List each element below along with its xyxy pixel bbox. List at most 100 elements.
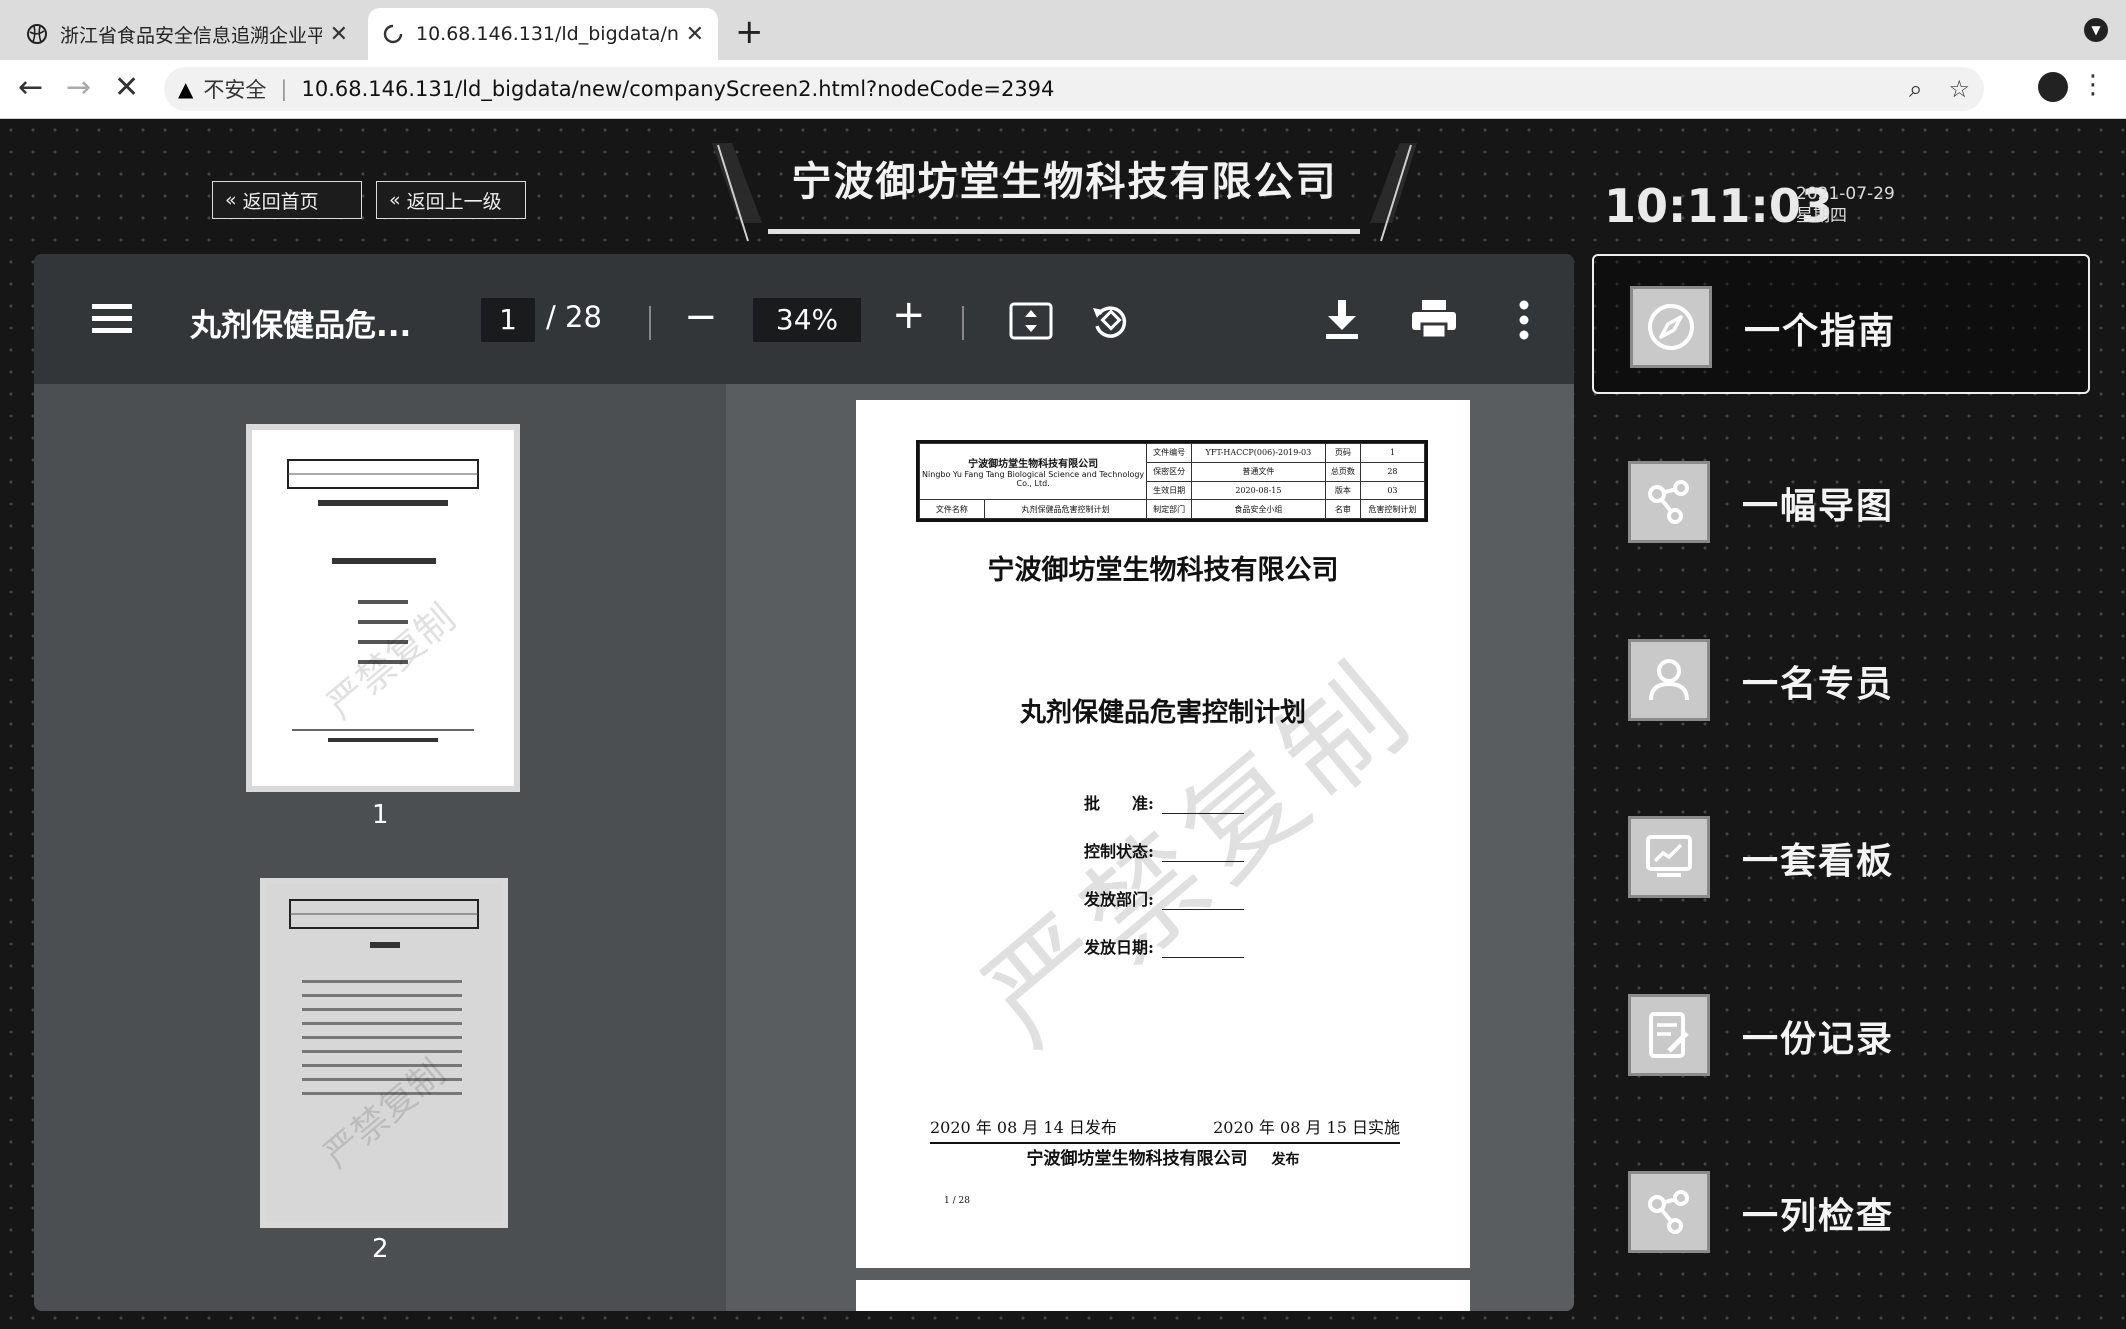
thumbnail-sidebar[interactable]: 严禁复制 1 严禁复制 2 xyxy=(34,384,726,1311)
nav-icon-box xyxy=(1628,994,1710,1076)
effective-date: 2020 年 08 月 15 日实施 xyxy=(1213,1118,1400,1137)
nav-inspection[interactable]: 一列检查 xyxy=(1592,1141,2090,1281)
weekday-text: 星期四 xyxy=(1796,206,1847,226)
more-options-icon[interactable] xyxy=(1518,300,1530,340)
zoom-in-icon[interactable]: + xyxy=(892,292,926,338)
nav-mindmap[interactable]: 一幅导图 xyxy=(1592,431,2090,571)
date-label: 发放日期: xyxy=(1084,938,1154,957)
page-thumbnail-2[interactable]: 严禁复制 xyxy=(266,884,502,1222)
dept-label: 发放部门: xyxy=(1084,890,1154,909)
back-arrow-icon[interactable]: ← xyxy=(18,70,43,105)
nav-dashboard[interactable]: 一套看板 xyxy=(1592,786,2090,926)
nav-icon-box xyxy=(1630,286,1712,368)
address-bar: ← → ✕ ▲ 不安全 | 10.68.146.131/ld_bigdata/n… xyxy=(0,60,2126,119)
issue-date: 2020-08-15 xyxy=(1190,480,1326,501)
browser-tab-bar: 浙江省食品安全信息追溯企业平台 ✕ 10.68.146.131/ld_bigda… xyxy=(0,0,2126,60)
back-home-button[interactable]: « 返回首页 xyxy=(212,181,362,219)
page-number-input[interactable]: 1 xyxy=(481,298,535,342)
url-text[interactable]: 10.68.146.131/ld_bigdata/new/companyScre… xyxy=(301,77,1054,101)
nav-label: 一个指南 xyxy=(1744,311,1897,352)
security-status[interactable]: 不安全 xyxy=(203,74,266,104)
nav-label: 一幅导图 xyxy=(1742,486,1895,527)
share-nodes-icon xyxy=(1648,480,1689,524)
loading-spinner-icon xyxy=(383,24,403,44)
publish-dates: 2020 年 08 月 14 日发布 2020 年 08 月 15 日实施 xyxy=(930,1114,1400,1144)
thumbnail-label: 1 xyxy=(372,800,389,830)
document-company: 宁波御坊堂生物科技有限公司 xyxy=(987,555,1339,586)
total-value: 28 xyxy=(1359,461,1426,482)
thumbnail-label: 2 xyxy=(372,1234,389,1264)
share-nodes-icon xyxy=(1648,1190,1689,1234)
page-label: 页码 xyxy=(1324,443,1361,463)
date-row: 发放日期: xyxy=(1084,934,1244,958)
hamburger-menu-icon[interactable] xyxy=(92,302,132,336)
rotate-icon[interactable] xyxy=(1089,298,1133,342)
nav-label: 一列检查 xyxy=(1742,1196,1895,1237)
page-thumbnail-1[interactable]: 严禁复制 xyxy=(252,430,514,786)
nav-specialist[interactable]: 一名专员 xyxy=(1592,609,2090,749)
tab-bigdata[interactable]: 10.68.146.131/ld_bigdata/new/ ✕ xyxy=(368,8,718,60)
toolbar-divider xyxy=(962,306,964,340)
company-title: 宁波御坊堂生物科技有限公司 xyxy=(791,159,1338,205)
bookmark-star-icon[interactable]: ☆ xyxy=(1948,75,1970,103)
record-edit-icon xyxy=(1649,1012,1689,1058)
date-text: 2021-07-29 xyxy=(1796,184,1895,204)
nav-label: 一套看板 xyxy=(1742,841,1895,882)
version-label: 版本 xyxy=(1324,480,1361,501)
page-value: 1 xyxy=(1359,443,1426,463)
tab-title: 浙江省食品安全信息追溯企业平台 xyxy=(60,24,322,47)
dept-value: 食品安全小组 xyxy=(1190,499,1326,519)
version-value: 03 xyxy=(1359,480,1426,501)
close-icon[interactable]: ✕ xyxy=(330,22,348,47)
document-page-1: 宁波御坊堂生物科技有限公司 Ningbo Yu Fang Tang Biolog… xyxy=(856,400,1470,1268)
nav-guide[interactable]: 一个指南 xyxy=(1592,254,2090,394)
tab-search-icon[interactable]: ▼ xyxy=(2084,18,2108,42)
doc-no: YFT-HACCP(006)-2019-03 xyxy=(1190,443,1326,463)
issuer-suffix: 发布 xyxy=(1271,1152,1300,1168)
profile-avatar-icon[interactable] xyxy=(2038,72,2068,102)
compass-icon xyxy=(1648,304,1694,350)
url-field[interactable]: ▲ 不安全 | 10.68.146.131/ld_bigdata/new/com… xyxy=(164,67,1984,111)
tab-food-safety[interactable]: 浙江省食品安全信息追溯企业平台 ✕ xyxy=(12,8,362,60)
stop-loading-icon[interactable]: ✕ xyxy=(114,70,139,105)
review-value: 危害控制计划 xyxy=(1359,499,1426,519)
security-value: 普通文件 xyxy=(1190,461,1326,482)
close-icon[interactable]: ✕ xyxy=(686,22,704,47)
header-company-cn: 宁波御坊堂生物科技有限公司 xyxy=(968,459,1099,471)
back-home-label: 返回首页 xyxy=(242,190,319,213)
download-icon[interactable] xyxy=(1324,298,1360,340)
security-label: 保密区分 xyxy=(1146,461,1192,482)
issuer-name: 宁波御坊堂生物科技有限公司 xyxy=(1026,1149,1248,1169)
forward-arrow-icon[interactable]: → xyxy=(66,70,91,105)
nav-icon-box xyxy=(1628,639,1710,721)
back-up-button[interactable]: « 返回上一级 xyxy=(376,181,526,219)
zoom-out-icon[interactable]: − xyxy=(684,294,718,340)
pdf-toolbar: 丸剂保健品危... 1 / 28 − 34% + xyxy=(34,254,1574,384)
fit-page-icon[interactable] xyxy=(1009,302,1053,340)
document-canvas[interactable]: 宁波御坊堂生物科技有限公司 Ningbo Yu Fang Tang Biolog… xyxy=(726,384,1574,1311)
nav-icon-box xyxy=(1628,816,1710,898)
document-page-2 xyxy=(856,1280,1470,1311)
zoom-icon[interactable]: ⌕ xyxy=(1909,75,1922,103)
pdf-viewer: 丸剂保健品危... 1 / 28 − 34% + 严禁复制 1 严禁复制 2 宁… xyxy=(34,254,1574,1311)
browser-menu-icon[interactable]: ⋮ xyxy=(2080,70,2106,100)
new-tab-button[interactable]: + xyxy=(735,12,764,52)
clock-date: 2021-07-29 星期四 xyxy=(1796,183,1895,227)
dept-row: 发放部门: xyxy=(1084,886,1244,910)
document-header-table: 宁波御坊堂生物科技有限公司 Ningbo Yu Fang Tang Biolog… xyxy=(916,440,1428,522)
print-icon[interactable] xyxy=(1412,300,1456,340)
nav-icon-box xyxy=(1628,461,1710,543)
document-page-number: 1 / 28 xyxy=(944,1196,970,1206)
page-total: / 28 xyxy=(546,300,602,334)
dept-label: 制定部门 xyxy=(1146,499,1192,519)
warning-icon[interactable]: ▲ xyxy=(178,77,193,101)
zoom-level-input[interactable]: 34% xyxy=(753,298,861,342)
back-up-label: 返回上一级 xyxy=(406,190,502,213)
document-title: 丸剂保健品危... xyxy=(190,308,412,344)
nav-icon-box xyxy=(1628,1171,1710,1253)
globe-icon xyxy=(27,24,47,44)
issuer: 宁波御坊堂生物科技有限公司 发布 xyxy=(856,1144,1470,1169)
nav-record[interactable]: 一份记录 xyxy=(1592,964,2090,1104)
nav-label: 一份记录 xyxy=(1742,1019,1895,1060)
publish-date: 2020 年 08 月 14 日发布 xyxy=(930,1118,1117,1137)
